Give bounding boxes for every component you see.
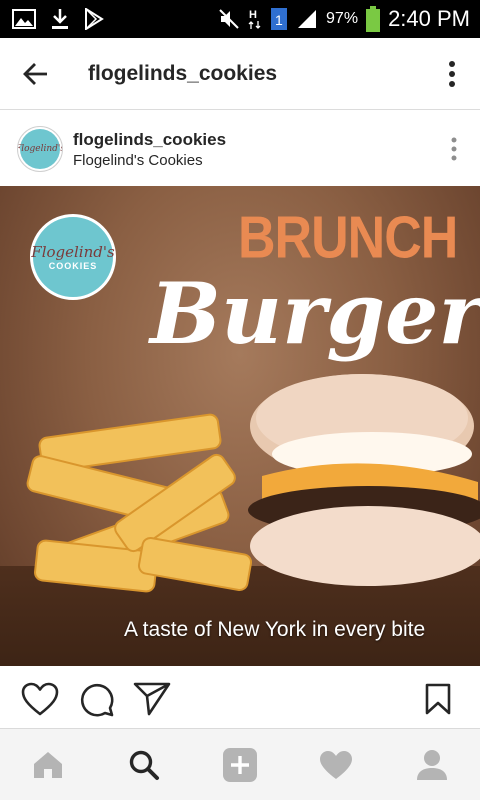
image-icon: [12, 9, 36, 29]
post-username[interactable]: flogelinds_cookies: [73, 130, 226, 150]
play-store-icon: [84, 8, 104, 30]
battery-icon: [366, 6, 381, 32]
logo-subtext: COOKIES: [48, 261, 98, 271]
post-options-icon[interactable]: [428, 112, 480, 186]
more-vertical-icon[interactable]: [424, 38, 480, 110]
tagline: A taste of New York in every bite: [124, 618, 426, 641]
hspa-icon: H: [248, 7, 262, 31]
signal-icon: [296, 8, 318, 30]
svg-text:H: H: [249, 9, 257, 21]
app-bar: flogelinds_cookies: [0, 38, 480, 110]
avatar-logo: Flogelind's: [17, 129, 63, 169]
brand-logo: Flogelind's COOKIES: [30, 214, 116, 300]
download-icon: [50, 8, 70, 30]
comment-icon[interactable]: [68, 671, 124, 727]
sim1-icon: 1: [270, 7, 288, 31]
activity-icon[interactable]: [300, 729, 372, 801]
headline-top: BRUNCH: [238, 204, 458, 272]
profile-icon[interactable]: [396, 729, 468, 801]
status-bar: H 1 97% 2:40 PM: [0, 0, 480, 38]
add-icon[interactable]: [204, 729, 276, 801]
bottom-nav: [0, 728, 480, 800]
back-arrow-icon[interactable]: [0, 38, 72, 110]
battery-percent: 97%: [326, 10, 359, 27]
share-icon[interactable]: [124, 671, 180, 727]
post-header: Flogelind's flogelinds_cookies Flogelind…: [0, 112, 480, 186]
search-icon[interactable]: [108, 729, 180, 801]
home-icon[interactable]: [12, 729, 84, 801]
page-title: flogelinds_cookies: [88, 61, 278, 85]
headline-main: Burger: [150, 264, 480, 363]
post-subtitle: Flogelind's Cookies: [73, 151, 203, 169]
mute-icon: [218, 8, 240, 30]
svg-text:1: 1: [275, 12, 283, 28]
post-actions: [0, 666, 480, 732]
avatar[interactable]: Flogelind's: [17, 126, 63, 172]
clock: 2:40 PM: [388, 6, 470, 31]
like-icon[interactable]: [12, 671, 68, 727]
logo-text: Flogelind's: [31, 243, 115, 261]
post-image[interactable]: Flogelind's COOKIES BRUNCH Burger A tast…: [0, 186, 480, 666]
avatar-text: Flogelind's: [17, 144, 63, 154]
bookmark-icon[interactable]: [410, 671, 466, 727]
